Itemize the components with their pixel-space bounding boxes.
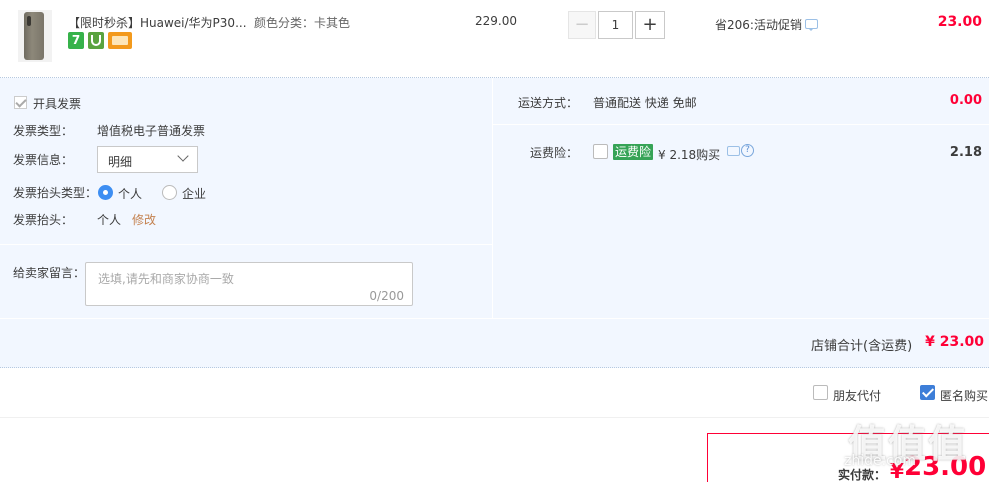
site-watermark: 值值值 zhide.com (840, 405, 988, 469)
chat-bubble-icon[interactable] (805, 19, 818, 31)
quantity-input[interactable]: 1 (598, 11, 633, 39)
chat-bubble-icon[interactable] (727, 146, 740, 156)
seller-note-label: 给卖家留言： (13, 266, 86, 280)
seller-note-placeholder: 选填,请先和商家协商一致 (98, 272, 234, 286)
friend-pay-label[interactable]: 朋友代付 (833, 387, 881, 404)
radio-company-label[interactable]: 企业 (182, 185, 206, 202)
credit-card-icon[interactable] (108, 32, 132, 49)
friend-pay-checkbox[interactable] (813, 385, 828, 400)
shipping-method-label: 运送方式： (518, 96, 579, 110)
anonymous-purchase-checkbox[interactable] (920, 385, 935, 400)
shipping-insurance-label: 运费险： (530, 146, 579, 160)
invoice-header-type-label: 发票抬头类型： (13, 186, 98, 200)
product-sku: 颜色分类：卡其色 (254, 16, 351, 30)
camera-cutout (27, 16, 31, 26)
product-row: 【限时秒杀】Huawei/华为P30... 7 颜色分类：卡其色 229.00 … (0, 0, 989, 78)
divider (0, 244, 492, 245)
seven-day-return-icon[interactable]: 7 (68, 32, 84, 49)
radio-personal[interactable] (98, 185, 113, 200)
invoice-info-select[interactable]: 明细 (97, 146, 198, 173)
divider (0, 318, 989, 319)
shipping-insurance-checkbox[interactable] (593, 144, 608, 159)
product-thumbnail[interactable] (18, 10, 52, 62)
radio-company[interactable] (162, 185, 177, 200)
invoice-checkbox-label[interactable]: 开具发票 (33, 95, 81, 112)
invoice-checkbox[interactable] (14, 96, 27, 109)
anonymous-purchase-label[interactable]: 匿名购买 (940, 387, 988, 404)
invoice-header-value: 个人 (97, 213, 122, 227)
order-options-panel: 开具发票 发票类型： 增值税电子普通发票 发票信息： 明细 发票抬头类型： 个人… (0, 78, 989, 368)
invoice-info-label: 发票信息： (13, 153, 74, 167)
guarantee-icon[interactable] (88, 32, 104, 49)
shipping-insurance-tag: 运费险 (613, 144, 654, 160)
invoice-header-label: 发票抬头： (13, 213, 74, 227)
seller-note-textarea[interactable]: 选填,请先和商家协商一致 0/200 (85, 262, 413, 306)
store-total-label: 店铺合计(含运费) (811, 339, 913, 354)
unit-price: 229.00 (475, 14, 517, 28)
invoice-type-label: 发票类型： (13, 124, 74, 138)
help-icon[interactable]: ? (741, 144, 754, 157)
shipping-fee: 0.00 (949, 93, 982, 108)
panel-divider (492, 78, 493, 318)
chevron-down-icon (177, 150, 189, 162)
shipping-insurance-fee: 2.18 (949, 145, 982, 160)
item-total: 23.00 (937, 14, 982, 30)
quantity-plus-button[interactable]: + (635, 11, 665, 39)
quantity-stepper: − 1 + (568, 11, 665, 39)
watermark-text: zhide.com (844, 453, 916, 469)
store-total-value: ¥ 23.00 (925, 334, 984, 350)
seller-note-char-count: 0/200 (369, 289, 404, 303)
product-title[interactable]: 【限时秒杀】Huawei/华为P30... (68, 14, 247, 31)
divider (493, 124, 989, 125)
radio-personal-label[interactable]: 个人 (118, 185, 142, 202)
invoice-type-value: 增值税电子普通发票 (97, 124, 206, 138)
promo-text: 省206:活动促销 (715, 18, 802, 32)
quantity-minus-button[interactable]: − (568, 11, 596, 39)
invoice-info-selected: 明细 (108, 155, 133, 169)
shipping-method-value: 普通配送 快递 免邮 (593, 96, 697, 110)
invoice-header-edit-link[interactable]: 修改 (132, 211, 156, 228)
shipping-insurance-price: ¥ 2.18购买 (658, 148, 721, 162)
